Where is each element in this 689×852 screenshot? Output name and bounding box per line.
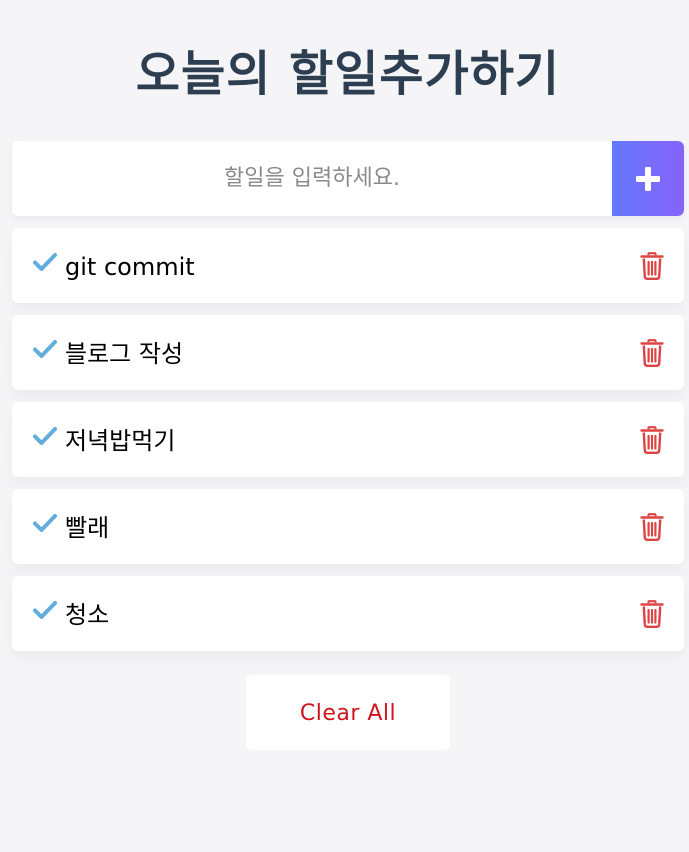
list-item: 저녁밥먹기 — [12, 402, 684, 477]
page-title: 오늘의 할일추가하기 — [135, 46, 561, 102]
todo-list: git commit 블로그 작성 저녁밥먹기 빨래 청소 — [12, 228, 684, 663]
todo-input-row — [12, 141, 684, 216]
todo-item-text: 빨래 — [65, 514, 110, 542]
check-icon[interactable] — [33, 426, 57, 446]
list-item: 빨래 — [12, 489, 684, 564]
check-icon[interactable] — [33, 600, 57, 620]
todo-app: 오늘의 할일추가하기 git commit 블로그 — [0, 0, 689, 852]
todo-item-text: 블로그 작성 — [65, 340, 184, 368]
todo-input[interactable] — [12, 141, 612, 216]
list-item: 블로그 작성 — [12, 315, 684, 390]
check-icon[interactable] — [33, 513, 57, 533]
plus-icon — [636, 167, 660, 191]
check-icon[interactable] — [33, 252, 57, 272]
add-todo-button[interactable] — [612, 141, 684, 216]
list-item: 청소 — [12, 576, 684, 651]
todo-item-text: git commit — [65, 253, 195, 281]
trash-icon[interactable] — [640, 252, 664, 280]
trash-icon[interactable] — [640, 600, 664, 628]
trash-icon[interactable] — [640, 513, 664, 541]
check-icon[interactable] — [33, 339, 57, 359]
trash-icon[interactable] — [640, 339, 664, 367]
todo-item-text: 청소 — [65, 601, 110, 629]
clear-all-button[interactable]: Clear All — [246, 675, 450, 750]
trash-icon[interactable] — [640, 426, 664, 454]
todo-item-text: 저녁밥먹기 — [65, 427, 176, 455]
list-item: git commit — [12, 228, 684, 303]
